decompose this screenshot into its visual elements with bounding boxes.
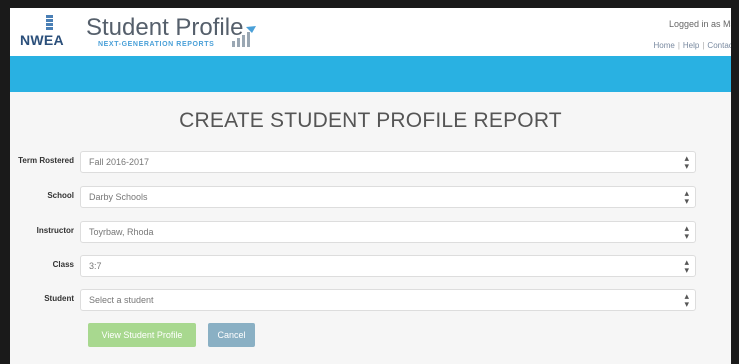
- page-title: CREATE STUDENT PROFILE REPORT: [179, 109, 562, 132]
- logged-in-text: Logged in as Ms: [668, 19, 731, 29]
- nwea-logo-icon: [46, 15, 54, 31]
- nav-band: [10, 56, 731, 92]
- logo-text: NWEA: [20, 32, 64, 48]
- term-rostered-value: Fall 2016-2017: [89, 157, 150, 167]
- select-arrows-icon: ▴ ▾: [684, 291, 689, 309]
- student-select[interactable]: Select a student ▴ ▾: [80, 289, 696, 311]
- instructor-label: Instructor: [36, 226, 74, 235]
- class-label: Class: [52, 260, 74, 269]
- contact-link[interactable]: Contact: [707, 41, 731, 50]
- school-label: School: [47, 191, 74, 200]
- top-links: Home|Help|Contact: [653, 41, 731, 50]
- student-value: Select a student: [89, 295, 154, 305]
- select-arrows-icon: ▴ ▾: [684, 188, 689, 206]
- class-row: Class 3:7 ▴ ▾: [10, 255, 731, 277]
- help-link[interactable]: Help: [683, 41, 699, 50]
- header: NWEA Student Profile NEXT-GENERATION REP…: [10, 8, 731, 56]
- instructor-select[interactable]: Toyrbaw, Rhoda ▴ ▾: [80, 221, 696, 243]
- bar-chart-icon: [232, 26, 256, 47]
- select-arrows-icon: ▴ ▾: [684, 257, 689, 275]
- instructor-row: Instructor Toyrbaw, Rhoda ▴ ▾: [10, 221, 731, 243]
- class-select[interactable]: 3:7 ▴ ▾: [80, 255, 696, 277]
- home-link[interactable]: Home: [653, 41, 674, 50]
- link-separator: |: [702, 41, 705, 50]
- school-row: School Darby Schools ▴ ▾: [10, 186, 731, 208]
- instructor-value: Toyrbaw, Rhoda: [89, 227, 154, 237]
- select-arrows-icon: ▴ ▾: [684, 223, 689, 241]
- link-separator: |: [677, 41, 680, 50]
- nwea-logo[interactable]: NWEA: [20, 15, 66, 53]
- school-value: Darby Schools: [89, 192, 148, 202]
- student-row: Student Select a student ▴ ▾: [10, 289, 731, 311]
- select-arrows-icon: ▴ ▾: [684, 153, 689, 171]
- term-rostered-row: Term Rostered Fall 2016-2017 ▴ ▾: [10, 151, 731, 173]
- app-subtitle: NEXT-GENERATION REPORTS: [98, 41, 215, 48]
- student-label: Student: [44, 294, 74, 303]
- app-window: NWEA Student Profile NEXT-GENERATION REP…: [10, 8, 731, 364]
- school-select[interactable]: Darby Schools ▴ ▾: [80, 186, 696, 208]
- cancel-button[interactable]: Cancel: [208, 323, 255, 347]
- term-rostered-label: Term Rostered: [18, 156, 74, 165]
- class-value: 3:7: [89, 261, 102, 271]
- view-student-profile-button[interactable]: View Student Profile: [88, 323, 196, 347]
- app-title: Student Profile: [86, 14, 244, 41]
- term-rostered-select[interactable]: Fall 2016-2017 ▴ ▾: [80, 151, 696, 173]
